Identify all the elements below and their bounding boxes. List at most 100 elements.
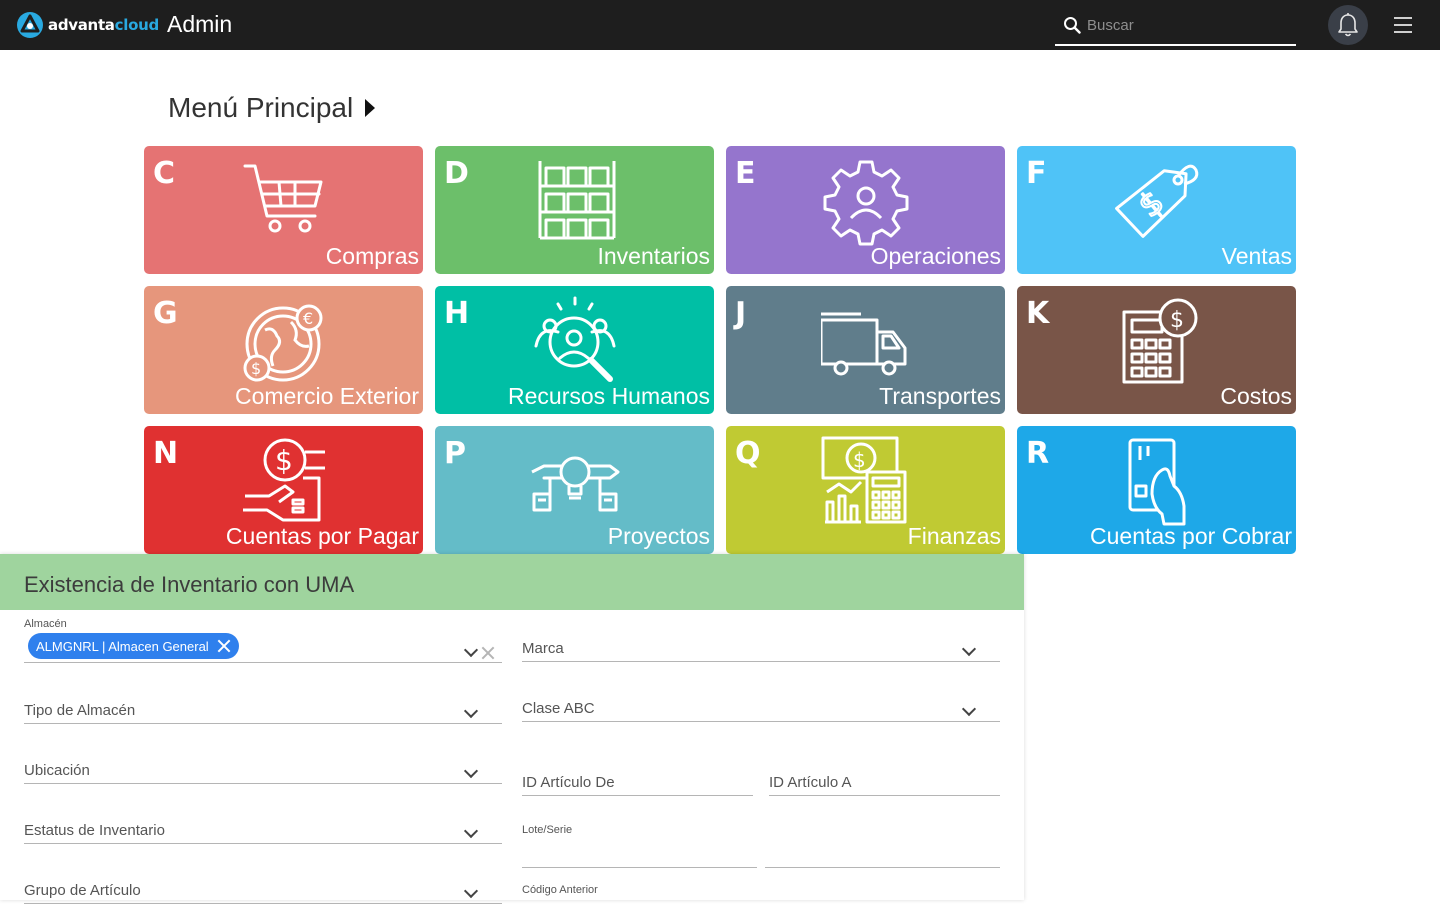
caret-right-icon [365, 99, 376, 117]
chevron-down-icon[interactable] [961, 641, 977, 657]
tile-letter: H [444, 296, 470, 331]
calculator-dollar-icon: $ [1112, 296, 1202, 386]
tile-letter: G [153, 296, 178, 331]
id-articulo-a-input[interactable]: ID Artículo A [769, 772, 1000, 796]
app-title: Admin [167, 11, 233, 37]
chevron-down-icon[interactable] [463, 642, 479, 658]
tile-proyectos[interactable]: P Proyectos [435, 426, 714, 554]
svg-text:$: $ [1131, 183, 1171, 225]
tipo-almacen-label: Tipo de Almacén [24, 702, 136, 719]
tile-letter: P [444, 436, 466, 471]
panel-header: Existencia de Inventario con UMA [0, 554, 1024, 610]
finance-calculator-icon: $ [821, 436, 911, 526]
chevron-down-icon[interactable] [463, 763, 479, 779]
truck-icon [819, 296, 911, 386]
almacen-label: Almacén [24, 618, 67, 630]
tile-label: Compras [325, 243, 419, 269]
tile-letter: J [735, 296, 747, 331]
tile-label: Proyectos [607, 523, 710, 549]
logo-icon [17, 12, 43, 38]
clear-icon[interactable] [481, 646, 495, 660]
price-tag-icon: $ [1112, 156, 1202, 246]
bell-icon [1338, 13, 1358, 37]
logo-text: advantacloud [48, 16, 159, 34]
tile-label: Recursos Humanos [508, 383, 710, 409]
lightbulb-plan-icon [530, 436, 620, 526]
almacen-chip[interactable]: ALMGNRL | Almacen General [28, 633, 239, 659]
tile-transportes[interactable]: J Transportes [726, 286, 1005, 414]
marca-select[interactable]: Marca [522, 638, 1000, 662]
tile-letter: C [153, 156, 176, 191]
clase-abc-label: Clase ABC [522, 700, 595, 717]
svg-text:$: $ [275, 444, 293, 477]
search-input[interactable] [1087, 12, 1287, 38]
hand-dollar-icon: $ [239, 436, 329, 526]
main-menu-heading[interactable]: Menú Principal [168, 92, 376, 124]
tile-label: Operaciones [870, 243, 1001, 269]
grupo-articulo-label: Grupo de Artículo [24, 882, 141, 899]
ubicacion-select[interactable]: Ubicación [24, 760, 502, 784]
tile-letter: F [1026, 156, 1047, 191]
tile-label: Comercio Exterior [234, 383, 419, 409]
estatus-inventario-label: Estatus de Inventario [24, 822, 165, 839]
lote-serie-to-input[interactable] [765, 842, 1000, 868]
svg-text:$: $ [853, 448, 866, 472]
tile-label: Cuentas por Cobrar [1090, 523, 1292, 549]
clase-abc-select[interactable]: Clase ABC [522, 698, 1000, 722]
tile-compras[interactable]: C Compras [144, 146, 423, 274]
tile-inventarios[interactable]: D Inventarios [435, 146, 714, 274]
ubicacion-label: Ubicación [24, 762, 90, 779]
codigo-anterior-label: Código Anterior [522, 884, 598, 896]
tile-costos[interactable]: K $ Costos [1017, 286, 1296, 414]
lote-serie-label: Lote/Serie [522, 824, 573, 836]
tile-label: Transportes [879, 383, 1001, 409]
advantacloud-logo[interactable]: advantacloud [16, 11, 159, 39]
hamburger-menu-icon[interactable] [1394, 17, 1414, 35]
lote-serie-from-input[interactable] [522, 842, 757, 868]
tile-cuentas-por-pagar[interactable]: N $ Cuentas por Pagar [144, 426, 423, 554]
tile-letter: K [1026, 296, 1050, 331]
panel-title: Existencia de Inventario con UMA [24, 572, 355, 597]
search-box[interactable] [1055, 8, 1296, 46]
warehouse-shelves-icon [530, 156, 620, 246]
tile-cuentas-por-cobrar[interactable]: R Cuentas por Cobrar [1017, 426, 1296, 554]
tile-label: Cuentas por Pagar [225, 523, 419, 549]
tile-comercio-exterior[interactable]: G € $ Comercio Exterior [144, 286, 423, 414]
gear-person-icon [821, 156, 911, 246]
tipo-almacen-select[interactable]: Tipo de Almacén [24, 700, 502, 724]
tile-letter: Q [735, 436, 761, 471]
notifications-button[interactable] [1328, 5, 1368, 45]
chevron-down-icon[interactable] [463, 823, 479, 839]
tile-ventas[interactable]: F $ Ventas [1017, 146, 1296, 274]
svg-text:$: $ [251, 359, 261, 378]
chevron-down-icon[interactable] [463, 883, 479, 899]
id-articulo-a-label: ID Artículo A [769, 774, 852, 791]
tile-letter: N [153, 436, 179, 471]
tile-letter: R [1026, 436, 1050, 471]
chevron-down-icon[interactable] [961, 701, 977, 717]
card-hand-icon [1112, 436, 1202, 526]
tile-recursos-humanos[interactable]: H Recursos Humanos [435, 286, 714, 414]
globe-currency-icon: € $ [239, 296, 329, 386]
tile-letter: D [444, 156, 469, 191]
svg-text:$: $ [1170, 308, 1184, 333]
tile-letter: E [735, 156, 756, 191]
grupo-articulo-select[interactable]: Grupo de Artículo [24, 880, 502, 904]
tile-operaciones[interactable]: E Operaciones [726, 146, 1005, 274]
estatus-inventario-select[interactable]: Estatus de Inventario [24, 820, 502, 844]
person-search-icon [530, 296, 620, 386]
tile-label: Finanzas [907, 523, 1001, 549]
svg-text:€: € [303, 309, 313, 328]
id-articulo-de-label: ID Artículo De [522, 774, 615, 791]
id-articulo-de-input[interactable]: ID Artículo De [522, 772, 753, 796]
chevron-down-icon[interactable] [463, 703, 479, 719]
marca-label: Marca [522, 640, 564, 657]
remove-chip-icon[interactable] [217, 639, 231, 653]
tile-label: Costos [1220, 383, 1292, 409]
tile-label: Inventarios [597, 243, 710, 269]
top-bar: advantacloud Admin [0, 0, 1440, 50]
shopping-cart-icon [239, 156, 329, 246]
search-icon [1064, 17, 1081, 34]
tile-finanzas[interactable]: Q $ Finanzas [726, 426, 1005, 554]
tile-label: Ventas [1221, 243, 1292, 269]
